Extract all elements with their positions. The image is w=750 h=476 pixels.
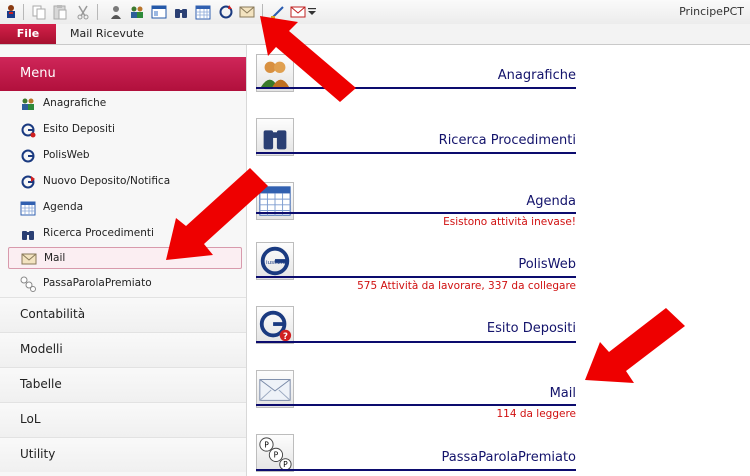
entry-status: 575 Attività da lavorare, 337 da collega… xyxy=(357,280,576,292)
entry-divider xyxy=(256,469,576,471)
ribbon-tab-row: File Mail Ricevute xyxy=(0,24,750,45)
entry-polisweb[interactable]: iustizia PolisWeb 575 Attività da lavora… xyxy=(256,242,576,296)
binoculars-icon xyxy=(256,118,294,156)
nav-item-passaparolapremiato[interactable]: PassaParolaPremiato xyxy=(8,273,242,295)
copy-icon[interactable] xyxy=(31,4,47,20)
entry-title: Ricerca Procedimenti xyxy=(438,133,576,148)
entry-status: Esistono attività inevase! xyxy=(443,216,576,228)
svg-text:P: P xyxy=(274,451,279,460)
entry-title: Mail xyxy=(549,386,576,401)
nav-section-contabilita[interactable]: Contabilità xyxy=(0,297,246,332)
entry-esito-depositi[interactable]: ? Esito Depositi xyxy=(256,306,576,348)
nav-section-label: Tabelle xyxy=(20,377,62,391)
nav-item-esito-depositi[interactable]: Esito Depositi xyxy=(8,119,242,141)
nav-section-utility[interactable]: Utility xyxy=(0,437,246,472)
entry-title: PassaParolaPremiato xyxy=(441,450,576,465)
entry-title: Anagrafiche xyxy=(497,68,576,83)
user-icon[interactable] xyxy=(108,4,124,20)
quick-access-toolbar: PrincipePCT xyxy=(0,0,750,24)
nav-item-label: Nuovo Deposito/Notifica xyxy=(43,175,171,187)
binoculars-icon xyxy=(22,231,34,240)
giustizia-g-icon xyxy=(21,149,35,163)
toolbar-separator xyxy=(97,4,98,20)
entry-passaparolapremiato[interactable]: PPP PassaParolaPremiato xyxy=(256,434,576,476)
menu-section-header[interactable]: Menu xyxy=(0,57,246,91)
file-tab[interactable]: File xyxy=(0,24,56,44)
mail-icon[interactable] xyxy=(239,4,255,20)
calendar-icon xyxy=(20,201,36,216)
nav-section-label: Modelli xyxy=(20,342,63,356)
nav-item-label: Agenda xyxy=(43,201,84,213)
giustizia-g-icon xyxy=(21,123,36,138)
nav-item-anagrafiche[interactable]: Anagrafiche xyxy=(8,93,242,115)
menu-section-label: Menu xyxy=(20,66,56,81)
calendar-icon[interactable] xyxy=(195,4,211,20)
refresh-icon[interactable] xyxy=(218,4,234,20)
nav-item-label: Ricerca Procedimenti xyxy=(43,227,154,239)
nav-item-label: Mail xyxy=(44,252,66,264)
app-title: PrincipePCT xyxy=(679,5,744,18)
paste-icon[interactable] xyxy=(52,4,68,20)
giustizia-question-icon: ? xyxy=(256,306,294,344)
ppp-icon: PPP xyxy=(256,434,294,472)
nav-section-tabelle[interactable]: Tabelle xyxy=(0,367,246,402)
nav-section-label: LoL xyxy=(20,412,41,426)
nav-item-label: PolisWeb xyxy=(43,149,90,161)
toolbar-separator xyxy=(23,4,24,20)
ppp-icon xyxy=(20,276,36,292)
cut-icon[interactable] xyxy=(75,4,91,20)
svg-text:P: P xyxy=(264,440,269,449)
window-icon[interactable] xyxy=(151,4,167,20)
entry-title: Agenda xyxy=(526,194,576,209)
nav-item-label: PassaParolaPremiato xyxy=(43,277,152,289)
tab-mail-ricevute[interactable]: Mail Ricevute xyxy=(70,24,144,44)
nav-section-label: Utility xyxy=(20,447,56,461)
app-logo-icon[interactable] xyxy=(3,4,19,20)
entry-divider xyxy=(256,212,576,214)
binoculars-icon[interactable] xyxy=(173,4,189,20)
entry-divider xyxy=(256,276,576,278)
entry-status: 114 da leggere xyxy=(496,408,576,420)
users-icon[interactable] xyxy=(129,4,145,20)
entry-mail[interactable]: Mail 114 da leggere xyxy=(256,370,576,424)
mail-icon xyxy=(21,253,37,265)
nav-section-modelli[interactable]: Modelli xyxy=(0,332,246,367)
users-icon xyxy=(22,98,34,110)
entry-divider xyxy=(256,152,576,154)
entry-divider xyxy=(256,341,576,343)
nav-item-label: Anagrafiche xyxy=(43,97,107,109)
nav-item-label: Esito Depositi xyxy=(43,123,115,135)
envelope-icon xyxy=(256,370,294,408)
entry-divider xyxy=(256,404,576,406)
entry-agenda[interactable]: Agenda Esistono attività inevase! xyxy=(256,180,576,230)
annotation-arrow-mail xyxy=(585,308,685,383)
nav-section-label: Contabilità xyxy=(20,307,86,321)
annotation-arrow-nav xyxy=(166,168,268,260)
entry-ricerca-procedimenti[interactable]: Ricerca Procedimenti xyxy=(256,118,576,158)
annotation-arrow-toolbar xyxy=(260,16,356,102)
nav-section-lol[interactable]: LoL xyxy=(0,402,246,437)
svg-text:P: P xyxy=(283,460,288,469)
entry-title: Esito Depositi xyxy=(486,321,576,336)
giustizia-g-icon xyxy=(21,175,35,189)
entry-title: PolisWeb xyxy=(518,257,576,272)
nav-item-polisweb[interactable]: PolisWeb xyxy=(8,145,242,167)
